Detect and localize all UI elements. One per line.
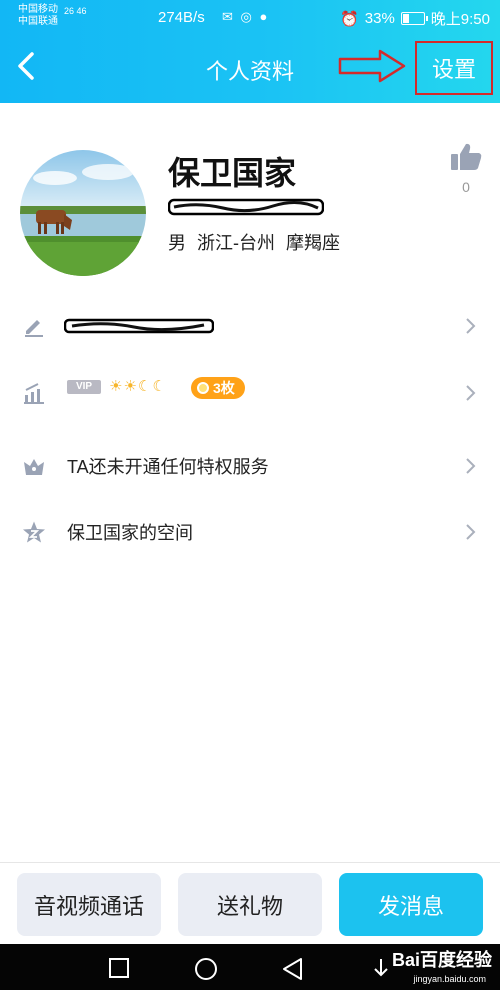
home-icon[interactable]: [194, 957, 218, 981]
redacted-signature: [64, 318, 214, 334]
thumbs-up-icon: [451, 143, 482, 170]
level-chart-icon: [24, 383, 44, 404]
recent-apps-icon[interactable]: [108, 957, 130, 979]
signature-row[interactable]: [0, 298, 500, 354]
redacted-qq-number: [168, 198, 324, 216]
space-label: 保卫国家的空间: [67, 523, 193, 543]
pencil-icon: [25, 320, 43, 337]
carrier-label-1: 中国移动: [18, 4, 58, 15]
alarm-icon: ⏰: [340, 10, 359, 28]
back-triangle-icon[interactable]: [281, 957, 303, 981]
send-message-button[interactable]: 发消息: [339, 873, 483, 936]
settings-button[interactable]: 设置: [415, 41, 493, 95]
vip-row[interactable]: VIP ☀☀☾☾ 3枚: [0, 365, 500, 421]
status-bar: 中国移动 中国联通 26 46 274B/s ✉ ◎ ● ⏰ 33% 晚上9:5…: [0, 0, 500, 34]
header: 中国移动 中国联通 26 46 274B/s ✉ ◎ ● ⏰ 33% 晚上9:5…: [0, 0, 500, 103]
baidu-jingyan-watermark: Bai百度经验 jingyan.baidu.com: [391, 946, 492, 984]
notification-icons: ✉ ◎ ●: [222, 9, 270, 24]
chevron-right-icon: [466, 458, 476, 474]
bottom-action-bar: 音视频通话 送礼物 发消息: [0, 862, 500, 945]
video-call-button[interactable]: 音视频通话: [17, 873, 161, 936]
battery-percent: 33%: [364, 10, 395, 27]
send-gift-button[interactable]: 送礼物: [178, 873, 322, 936]
medal-count: 3枚: [213, 380, 235, 396]
like-button[interactable]: 0: [448, 142, 484, 195]
profile-details: 男 浙江-台州 摩羯座: [168, 233, 340, 253]
chevron-right-icon: [466, 524, 476, 540]
chevron-right-icon: [466, 318, 476, 334]
watermark-brand: Bai百度经验: [391, 950, 492, 970]
chevron-right-icon: [466, 385, 476, 401]
medal-icon: [197, 382, 209, 394]
vip-badge: VIP: [67, 380, 101, 394]
level-sun-moon-icons: ☀☀☾☾: [109, 378, 167, 395]
signal-icon: 26 46: [64, 6, 87, 16]
carrier-info: 中国移动 中国联通: [18, 4, 58, 28]
avatar-landscape-image: [20, 150, 146, 276]
carrier-label-2: 中国联通: [18, 16, 58, 27]
clock: 晚上9:50: [430, 11, 490, 28]
nav-bar: 个人资料 设置: [0, 34, 500, 103]
annotation-arrow-icon: [338, 49, 406, 83]
battery-icon: [400, 12, 428, 25]
network-speed: 274B/s: [158, 9, 205, 26]
medal-badge: 3枚: [191, 377, 245, 399]
profile-nickname: 保卫国家: [168, 155, 297, 191]
avatar[interactable]: [20, 150, 146, 276]
watermark-url: jingyan.baidu.com: [413, 974, 486, 984]
space-row[interactable]: 保卫国家的空间: [0, 504, 500, 560]
privilege-label: TA还未开通任何特权服务: [67, 457, 269, 477]
status-right: ⏰ 33% 晚上9:50: [340, 8, 490, 29]
star-icon: [23, 521, 45, 543]
privilege-row[interactable]: TA还未开通任何特权服务: [0, 438, 500, 494]
crown-icon: [24, 459, 44, 475]
battery-fill: [402, 14, 410, 23]
like-count: 0: [462, 179, 470, 195]
notification-pull-icon[interactable]: [370, 957, 392, 981]
